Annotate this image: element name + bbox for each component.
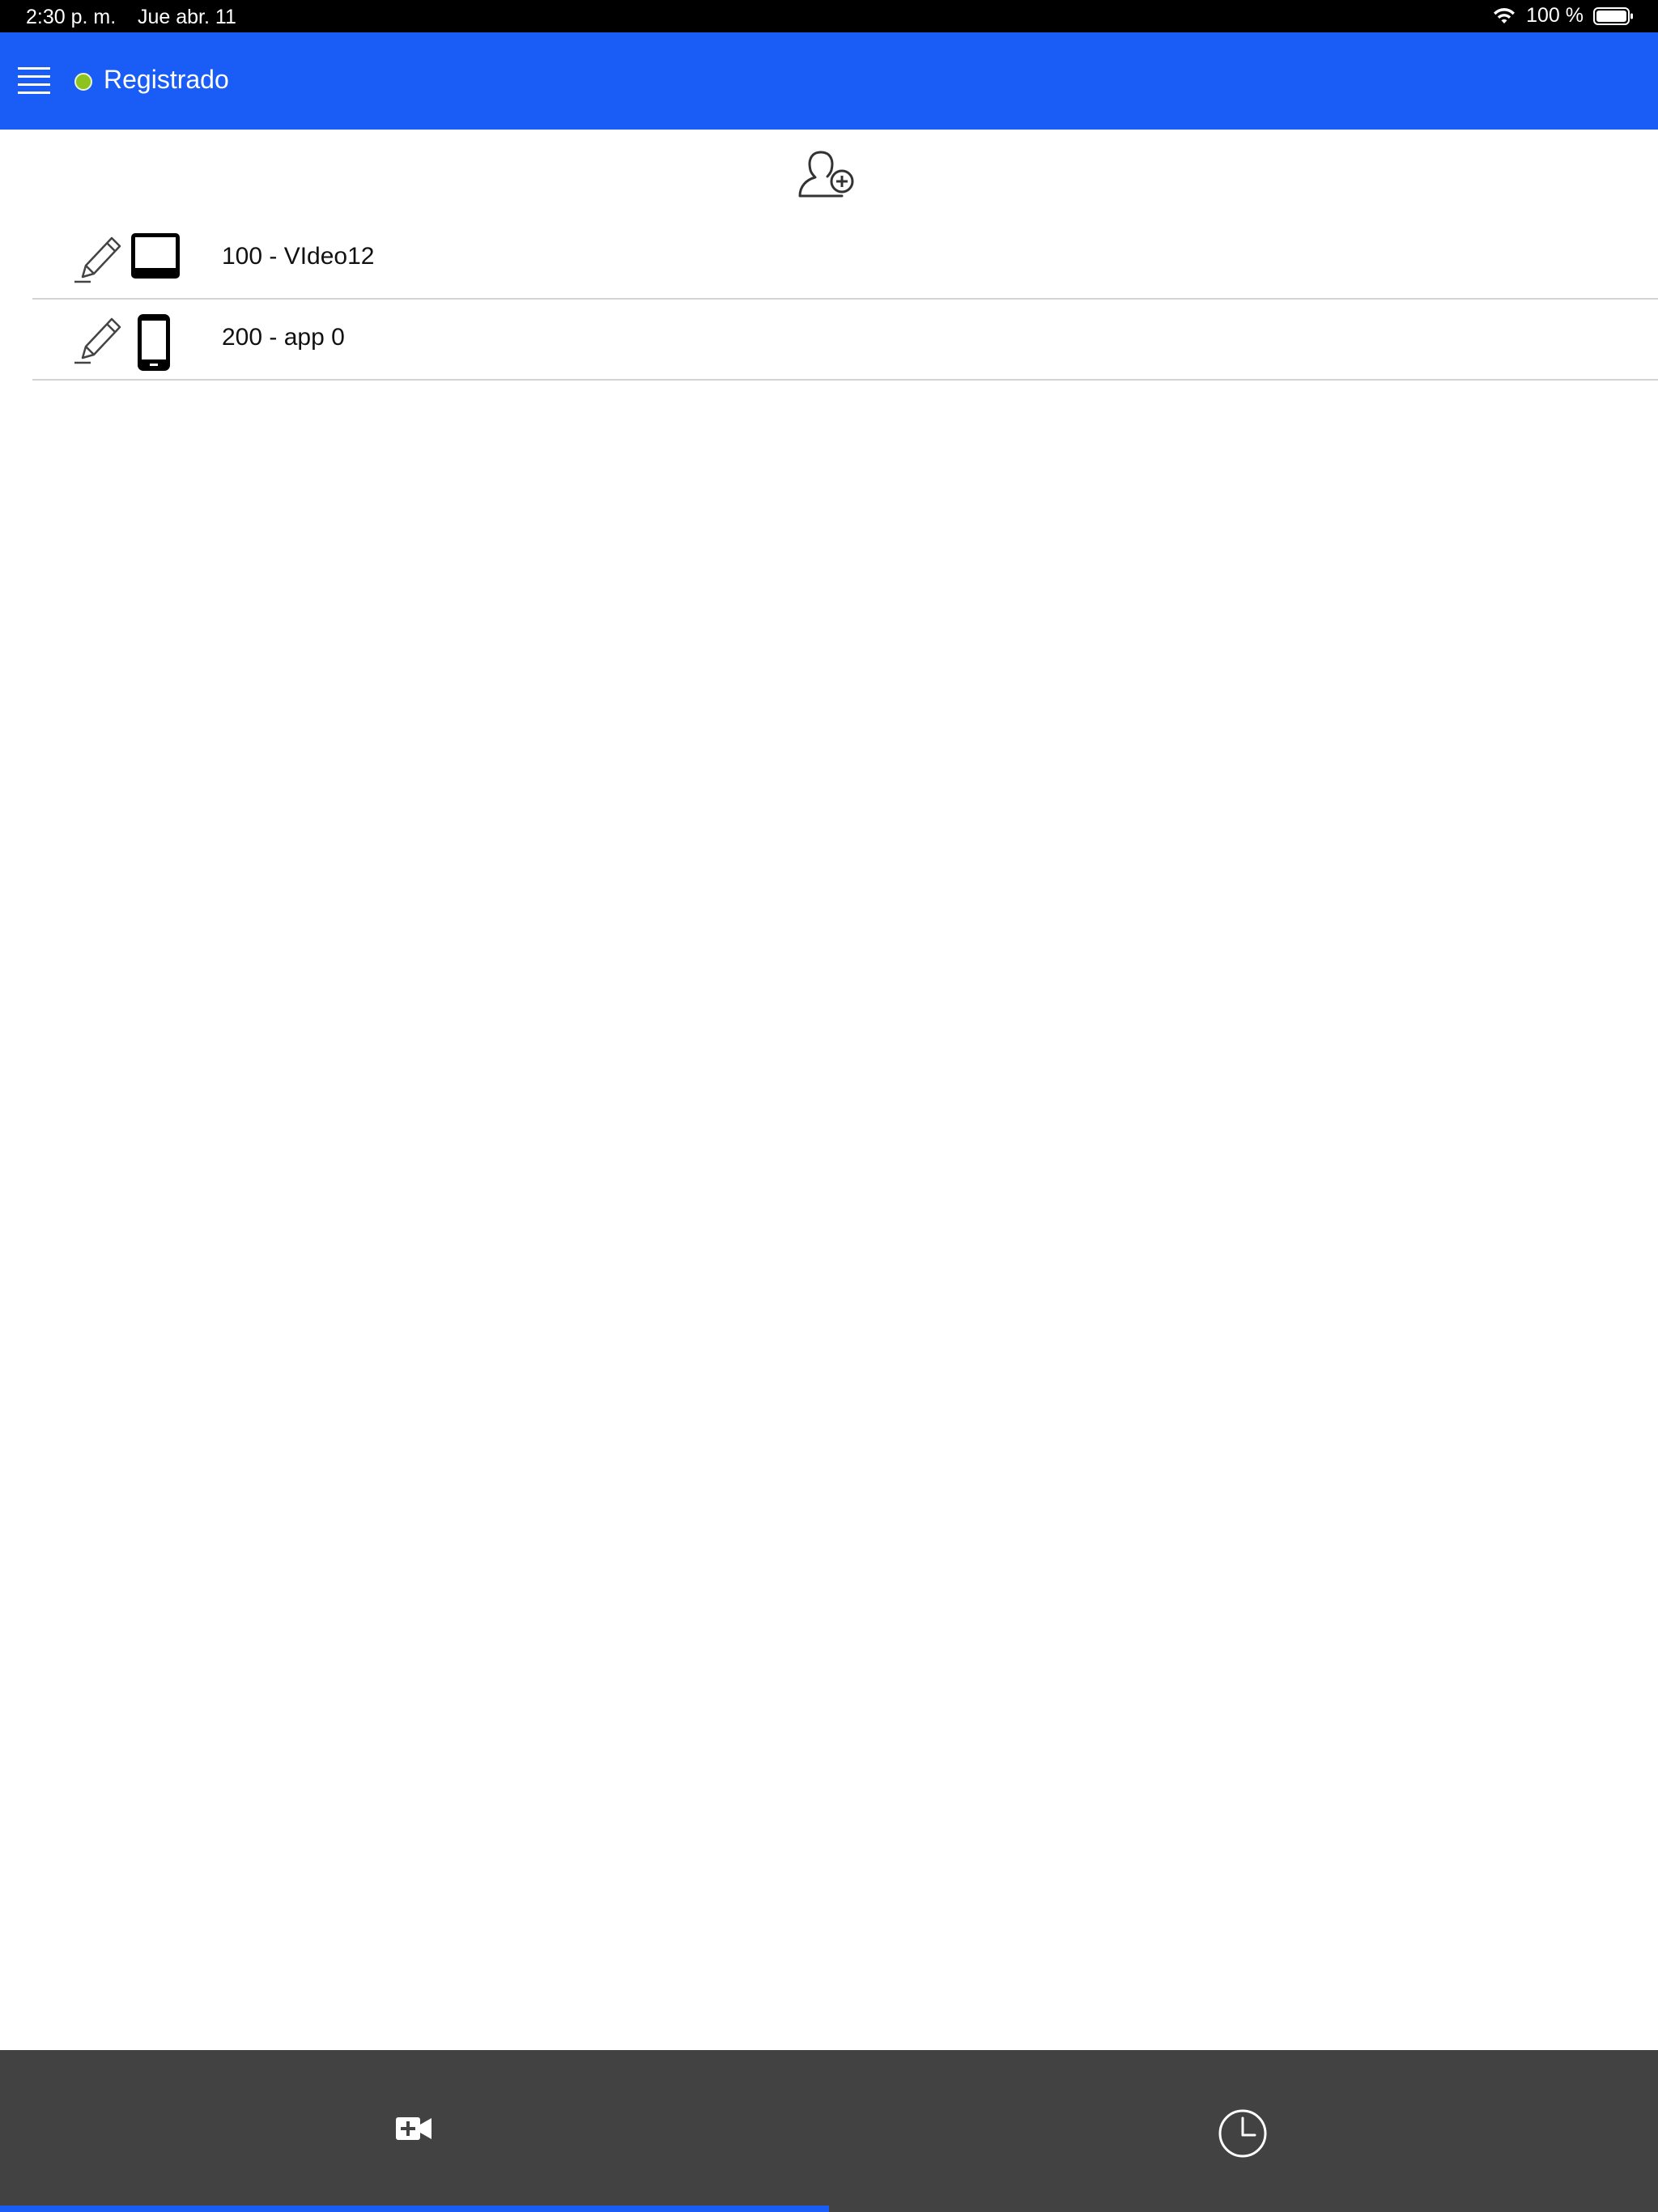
battery-full-icon — [1593, 6, 1633, 25]
tab-video-call[interactable] — [0, 2050, 829, 2212]
status-date: Jue abr. 11 — [138, 6, 236, 28]
status-right: 100 % — [1492, 4, 1634, 28]
hamburger-menu-icon — [18, 67, 50, 94]
registration-status-dot — [74, 73, 92, 91]
menu-button[interactable] — [16, 63, 52, 99]
status-bar: 2:30 p. m. Jue abr. 11 100 % — [0, 0, 1658, 32]
contact-row[interactable]: 100 - VIdeo12 — [32, 219, 1658, 300]
wifi-icon — [1494, 7, 1516, 23]
app-header — [0, 32, 1658, 130]
add-contact-button[interactable] — [797, 146, 858, 201]
selected-tab-indicator — [0, 2206, 829, 2212]
video-call-add-icon — [396, 2117, 432, 2140]
registration-status-label: Registrado — [104, 65, 229, 94]
edit-contact-button[interactable] — [74, 313, 125, 366]
status-time: 2:30 p. m. — [26, 6, 117, 28]
pencil-icon — [74, 236, 121, 283]
tab-history[interactable] — [829, 2050, 1658, 2212]
battery-percent: 100 % — [1526, 4, 1584, 27]
contact-row[interactable]: 200 - app 0 — [32, 300, 1658, 381]
contact-label: 100 - VIdeo12 — [222, 243, 375, 270]
smartphone-icon — [138, 314, 170, 371]
add-user-icon — [798, 151, 854, 198]
pencil-icon — [74, 317, 121, 364]
tab-bar — [0, 2050, 1658, 2212]
clock-history-icon — [1218, 2109, 1267, 2158]
edit-contact-button[interactable] — [74, 232, 125, 285]
contact-label: 200 - app 0 — [222, 324, 345, 351]
screen: 2:30 p. m. Jue abr. 11 100 % Registrado … — [0, 0, 1658, 2212]
tablet-icon — [131, 233, 180, 279]
